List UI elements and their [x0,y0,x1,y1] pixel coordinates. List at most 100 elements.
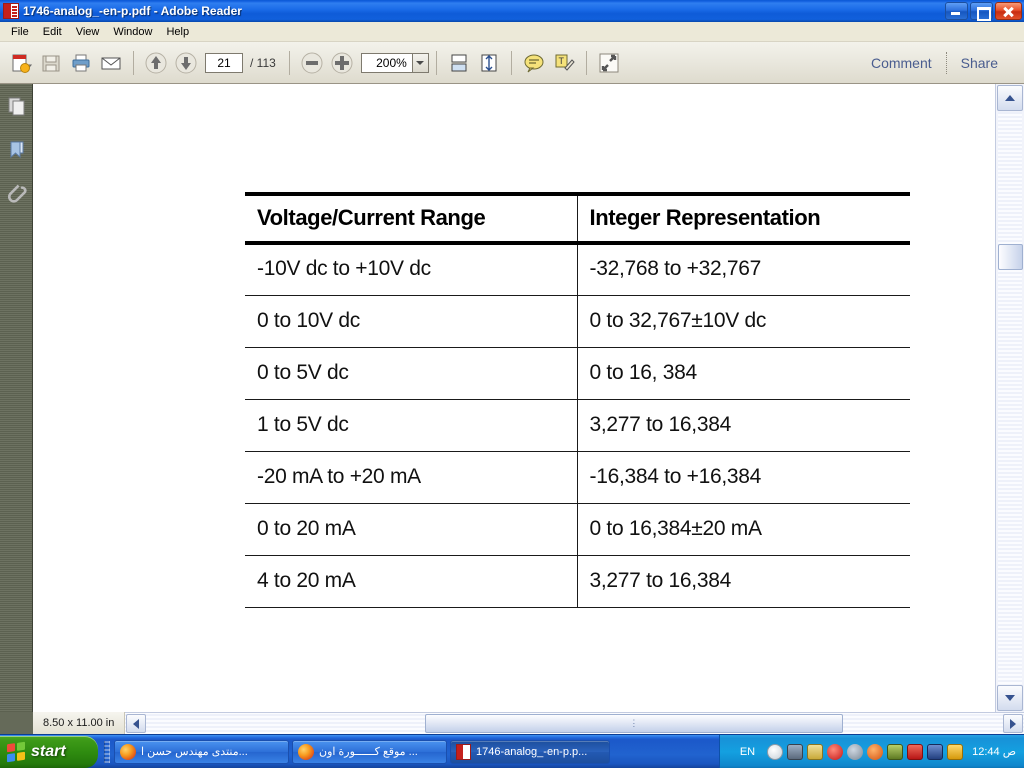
svg-text:T: T [558,56,564,66]
tweak-utility-icon[interactable] [947,743,964,760]
start-button[interactable]: start [0,735,98,768]
menu-window[interactable]: Window [106,24,159,40]
table-row: -10V dc to +10V dc -32,768 to +32,767 [245,243,910,295]
table-header-row: Voltage/Current Range Integer Representa… [245,194,910,243]
antivirus-icon[interactable] [907,743,924,760]
cell-integer: -16,384 to +16,384 [589,464,762,488]
email-icon [101,57,121,69]
bookmarks-button[interactable] [0,128,33,172]
cell-range: 0 to 20 mA [245,503,578,555]
menu-help[interactable]: Help [159,24,196,40]
network-icon[interactable] [787,743,804,760]
table-row: -20 mA to +20 mA -16,384 to +16,384 [245,451,910,503]
taskbar-item-firefox-2[interactable]: موقع كــــــورة اون ... [292,739,447,764]
window-title: 1746-analog_-en-p.pdf - Adobe Reader [23,4,242,18]
page-thumbnails-icon [8,97,24,116]
scroll-up-arrow-icon [1005,95,1015,101]
vertical-scroll-thumb[interactable] [998,244,1023,270]
page-size-label: 8.50 x 11.00 in [33,712,126,734]
horizontal-scroll-thumb[interactable]: ⋮ [425,714,844,733]
page-number-input[interactable]: 21 [205,52,243,73]
pdf-page: Voltage/Current Range Integer Representa… [33,84,995,712]
bookmarks-icon [10,141,23,159]
close-button[interactable] [995,2,1022,20]
taskbar-grip [104,740,110,763]
highlight-text-button[interactable]: T [550,49,578,77]
menu-view[interactable]: View [69,24,107,40]
display-settings-icon[interactable] [927,743,944,760]
scroll-down-button[interactable] [997,685,1023,711]
firefox-icon [298,743,314,760]
email-button[interactable] [97,49,125,77]
table-header: Voltage/Current Range Integer Representa… [245,194,910,243]
create-pdf-button[interactable] [7,49,35,77]
scroll-up-button[interactable] [997,85,1023,111]
download-manager-icon[interactable] [887,743,904,760]
read-mode-button[interactable] [595,49,623,77]
taskbar: start منتدى مهندس حسن ا... موقع كــــــو… [0,734,1024,768]
scroll-thumb-grip-icon: ⋮ [629,718,640,728]
table-row: 0 to 5V dc 0 to 16, 384 [245,347,910,399]
comment-button[interactable]: Comment [859,55,944,71]
clock[interactable]: 12:44 ص [972,745,1016,758]
previous-page-button[interactable] [142,49,170,77]
status-bar: 8.50 x 11.00 in ⋮ [0,712,1024,734]
messenger-icon[interactable] [767,743,784,760]
cell-range: -20 mA to +20 mA [245,451,578,503]
save-button[interactable] [37,49,65,77]
speaker-icon[interactable] [867,743,884,760]
zoom-out-button[interactable] [298,49,326,77]
table-body: -10V dc to +10V dc -32,768 to +32,767 0 … [245,243,910,607]
scroll-right-button[interactable] [1003,714,1023,733]
fit-page-button[interactable] [475,49,503,77]
document-view[interactable]: Voltage/Current Range Integer Representa… [33,84,995,712]
pdf-data-table: Voltage/Current Range Integer Representa… [245,192,910,608]
restore-button[interactable] [970,2,993,21]
save-icon [42,55,60,71]
toolbar-separator-2 [288,50,290,75]
safely-remove-hardware-icon[interactable] [827,743,844,760]
minimize-button[interactable] [945,2,968,20]
zoom-in-button[interactable] [328,49,356,77]
adobe-reader-window: 1746-analog_-en-p.pdf - Adobe Reader Fil… [0,0,1024,768]
menu-edit[interactable]: Edit [36,24,69,40]
zoom-out-icon [301,52,323,73]
vertical-scrollbar[interactable] [995,84,1024,712]
volume-muted-icon[interactable] [847,743,864,760]
zoom-dropdown-button[interactable] [412,52,429,73]
vertical-scroll-track[interactable] [998,112,1022,684]
cell-integer: 0 to 16, 384 [589,360,698,384]
menu-bar: File Edit View Window Help [0,22,1024,42]
attachments-button[interactable] [0,172,33,216]
printer-icon[interactable] [807,743,824,760]
share-button[interactable]: Share [949,55,1010,71]
fit-width-button[interactable] [445,49,473,77]
scroll-left-button[interactable] [126,714,147,733]
read-mode-icon [599,53,619,72]
scroll-left-arrow-icon [133,718,140,729]
cell-range: 0 to 5V dc [245,347,578,399]
taskbar-item-label: موقع كــــــورة اون ... [319,746,418,758]
toolbar-right-group: Comment Share [859,51,1018,74]
start-button-label: start [31,742,66,760]
table-row: 0 to 20 mA 0 to 16,384±20 mA [245,503,910,555]
cell-integer: -32,768 to +32,767 [589,257,762,281]
page-thumbnails-button[interactable] [0,84,33,128]
column-header-voltage-current-range: Voltage/Current Range [245,194,578,243]
windows-logo-icon [7,741,25,762]
menu-file[interactable]: File [4,24,36,40]
taskbar-item-firefox-1[interactable]: منتدى مهندس حسن ا... [114,739,289,764]
print-button[interactable] [67,49,95,77]
table-row: 1 to 5V dc 3,277 to 16,384 [245,399,910,451]
toolbar-separator-5 [585,50,587,75]
language-indicator[interactable]: EN [726,746,765,758]
zoom-level-input[interactable]: 200% [360,52,413,73]
cell-range: 4 to 20 mA [245,555,578,607]
horizontal-scrollbar[interactable]: ⋮ [125,712,1024,734]
cell-integer: 0 to 32,767±10V dc [589,308,767,332]
print-icon [72,54,90,71]
sticky-note-button[interactable] [520,49,548,77]
taskbar-item-adobe-reader[interactable]: 1746-analog_-en-p.p... [450,739,610,764]
cell-integer: 3,277 to 16,384 [589,412,732,436]
next-page-button[interactable] [172,49,200,77]
